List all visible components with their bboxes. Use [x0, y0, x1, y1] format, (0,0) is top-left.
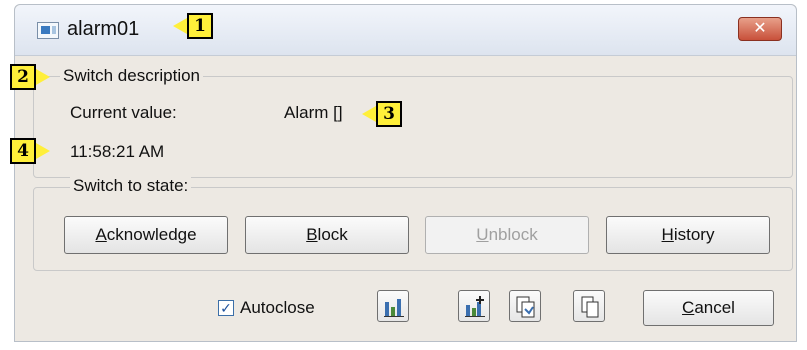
unblock-button[interactable]: Unblock [425, 216, 589, 254]
autoclose-checkbox[interactable]: ✓ [218, 300, 234, 316]
switch-description-group [33, 76, 793, 178]
acknowledge-accelerator: A [95, 225, 107, 244]
acknowledge-button[interactable]: Acknowledge [64, 216, 228, 254]
copy-pages-icon [581, 296, 599, 318]
history-button[interactable]: History [606, 216, 770, 254]
window-title: alarm01 [67, 18, 140, 40]
current-value-label: Current value: [70, 103, 177, 122]
switch-to-state-legend: Switch to state: [70, 176, 192, 196]
copy-pages-button[interactable] [573, 290, 605, 322]
callout-number: 4 [10, 138, 36, 164]
block-button[interactable]: Block [245, 216, 409, 254]
callout-arrow-left-icon [173, 18, 187, 34]
bar-chart-add-icon [465, 296, 485, 317]
callout-arrow-right-icon [36, 69, 50, 85]
cancel-accelerator: C [682, 298, 695, 317]
unblock-label: nblock [488, 225, 538, 244]
title-bar[interactable]: alarm01 ✕ [15, 5, 796, 56]
copy-document-button[interactable] [509, 290, 541, 322]
block-label: lock [317, 225, 348, 244]
callout-number: 2 [10, 64, 36, 90]
copy-document-icon [516, 296, 535, 318]
callout-3: 3 [362, 101, 402, 127]
window-app-icon [37, 22, 59, 39]
timestamp: 11:58:21 AM [70, 142, 165, 161]
callout-number: 1 [187, 13, 213, 39]
callout-2: 2 [10, 64, 50, 90]
history-accelerator: H [661, 225, 674, 244]
unblock-accelerator: U [476, 225, 489, 244]
autoclose-label[interactable]: Autoclose [240, 298, 315, 318]
close-button[interactable]: ✕ [738, 17, 782, 41]
cancel-button[interactable]: Cancel [643, 290, 774, 326]
bar-chart-icon [384, 299, 404, 317]
current-value: Alarm [] [284, 103, 343, 122]
history-label: istory [673, 225, 715, 244]
callout-arrow-left-icon [362, 106, 376, 122]
callout-arrow-right-icon [36, 143, 50, 159]
bar-chart-button[interactable] [377, 290, 409, 322]
block-accelerator: B [306, 225, 318, 244]
switch-description-legend: Switch description [60, 66, 204, 86]
bar-chart-add-button[interactable] [458, 290, 490, 322]
callout-number: 3 [376, 101, 402, 127]
callout-4: 4 [10, 138, 50, 164]
acknowledge-label: cknowledge [106, 225, 197, 244]
cancel-label: ancel [694, 298, 735, 317]
callout-1: 1 [173, 13, 213, 39]
